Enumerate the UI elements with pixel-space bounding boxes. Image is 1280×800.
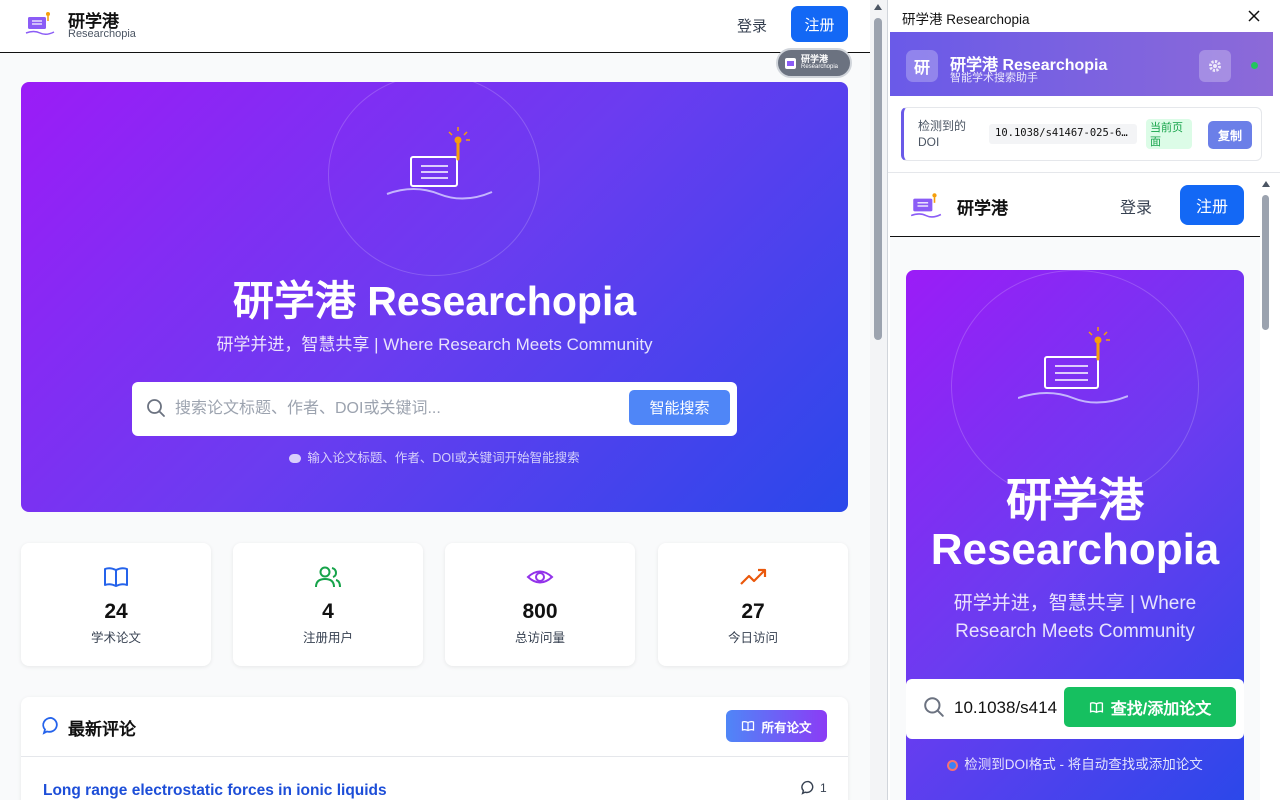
book-lamp-icon [1018,327,1128,404]
stat-label: 学术论文 [90,631,141,645]
stat-card-users: 4 注册用户 [233,543,423,666]
login-link[interactable]: 登录 [725,13,779,38]
message-circle-icon [42,717,58,735]
comment-paper-link[interactable]: Long range electrostatic forces in ionic… [43,782,387,800]
hero-search-box: 智能搜索 [132,382,737,436]
copy-doi-button[interactable]: 复制 [1208,121,1252,149]
top-navbar: 研学港 Researchopia 登录 注册 [0,0,870,53]
search-icon [924,697,944,717]
signup-button[interactable]: 注册 [791,6,848,42]
search-input[interactable] [175,392,615,426]
doi-value: 10.1038/s41467-025-6… [989,124,1137,144]
preview-search-value[interactable]: 10.1038/s414 [954,698,1057,718]
preview-hero-subtitle: 研学并进，智慧共享 | Where Research Meets Communi… [953,593,1197,642]
stat-card-papers: 24 学术论文 [21,543,211,666]
stat-label: 今日访问 [727,631,778,645]
stat-value: 27 [741,600,765,623]
scroll-up-arrow[interactable] [874,4,882,10]
stat-value: 4 [322,600,334,623]
panel-scrollbar[interactable] [1260,173,1280,800]
stat-label: 注册用户 [302,631,353,645]
logo-icon[interactable] [908,189,944,223]
badge-subname: Researchopia [801,64,839,70]
stat-card-visits: 800 总访问量 [445,543,635,666]
stat-label: 总访问量 [514,631,565,645]
scrollbar-thumb[interactable] [1262,195,1269,330]
preview-hero-title-en: Researchopia [930,525,1220,574]
book-open-icon [742,720,755,732]
all-papers-button[interactable]: 所有论文 [726,710,827,742]
hero-banner: 研学港 Researchopia 研学并进，智慧共享 | Where Resea… [21,82,848,512]
latest-comments-section: 最新评论 所有论文 Long range electrostatic force… [21,697,848,800]
extension-subtitle: 智能学术搜索助手 [950,72,1038,84]
doi-label: 检测到的DOI [918,119,967,149]
extension-logo: 研 [906,50,938,82]
trending-up-icon [740,568,767,585]
brand-subtitle: Researchopia [68,28,136,40]
preview-signup-button[interactable]: 注册 [1180,185,1244,225]
close-icon[interactable] [1244,6,1264,26]
preview-search-box[interactable]: 10.1038/s414 查找/添加论文 [906,679,1244,739]
users-icon [315,566,341,588]
detected-doi-card: 检测到的DOI 10.1038/s41467-025-6… 当前页面 复制 [901,107,1262,161]
eye-icon [526,570,554,584]
doi-detected-hint: 检测到DOI格式 - 将自动查找或添加论文 [906,753,1244,773]
find-add-paper-label: 查找/添加论文 [1110,701,1212,718]
logo-icon[interactable] [24,8,56,40]
badge-logo-icon [785,57,796,69]
scroll-up-arrow[interactable] [1262,181,1270,187]
main-scrollbar[interactable] [870,0,887,800]
preview-brand-name[interactable]: 研学港 [957,194,1008,219]
target-icon [947,759,959,771]
book-open-icon [104,567,128,587]
extension-float-badge[interactable]: 研学港 Researchopia [776,48,852,78]
search-icon [147,399,165,417]
comment-count-value: 1 [820,780,827,795]
extension-side-panel: 研学港 Researchopia 研 研学港 Researchopia 智能学术… [887,0,1280,800]
all-papers-label: 所有论文 [761,720,812,735]
stat-value: 24 [104,600,128,623]
status-online-dot [1251,62,1258,69]
message-circle-icon [801,780,814,795]
hero-subtitle: 研学并进，智慧共享 | Where Research Meets Communi… [216,335,653,354]
book-open-icon [1089,701,1103,713]
embedded-site-preview: 研学港 登录 注册 研学港 Researchopia 研学并进，智慧共享 | W… [890,173,1260,800]
search-hint: 输入论文标题、作者、DOI或关键词开始智能搜索 [21,447,848,466]
preview-hero-title-cn: 研学港 [1006,474,1144,526]
preview-navbar: 研学港 登录 注册 [890,173,1260,237]
doi-detected-hint-text: 检测到DOI格式 - 将自动查找或添加论文 [964,757,1203,772]
current-page-badge: 当前页面 [1146,119,1192,149]
comment-count: 1 [801,780,827,795]
extension-header: 研 研学港 Researchopia 智能学术搜索助手 [890,32,1273,96]
main-page: 研学港 Researchopia 登录 注册 研学港 Researchopia [0,0,887,800]
chat-bubble-icon [289,454,302,464]
gear-icon [1209,60,1221,72]
preview-login-link[interactable]: 登录 [1120,194,1152,218]
smart-search-button[interactable]: 智能搜索 [629,390,730,425]
scrollbar-thumb[interactable] [874,18,882,340]
find-add-paper-button[interactable]: 查找/添加论文 [1064,687,1236,727]
settings-button[interactable] [1199,50,1231,82]
book-lamp-icon [386,127,493,200]
stat-value: 800 [522,600,558,623]
side-panel-title: 研学港 Researchopia [902,12,1030,27]
comments-header: 最新评论 所有论文 [21,697,848,757]
comments-title: 最新评论 [68,720,136,739]
search-hint-text: 输入论文标题、作者、DOI或关键词开始智能搜索 [307,451,580,465]
badge-name: 研学港 [801,54,829,64]
preview-hero-banner: 研学港 Researchopia 研学并进，智慧共享 | Where Resea… [906,270,1244,800]
hero-title: 研学港 Researchopia [232,278,637,324]
stat-card-today: 27 今日访问 [658,543,848,666]
